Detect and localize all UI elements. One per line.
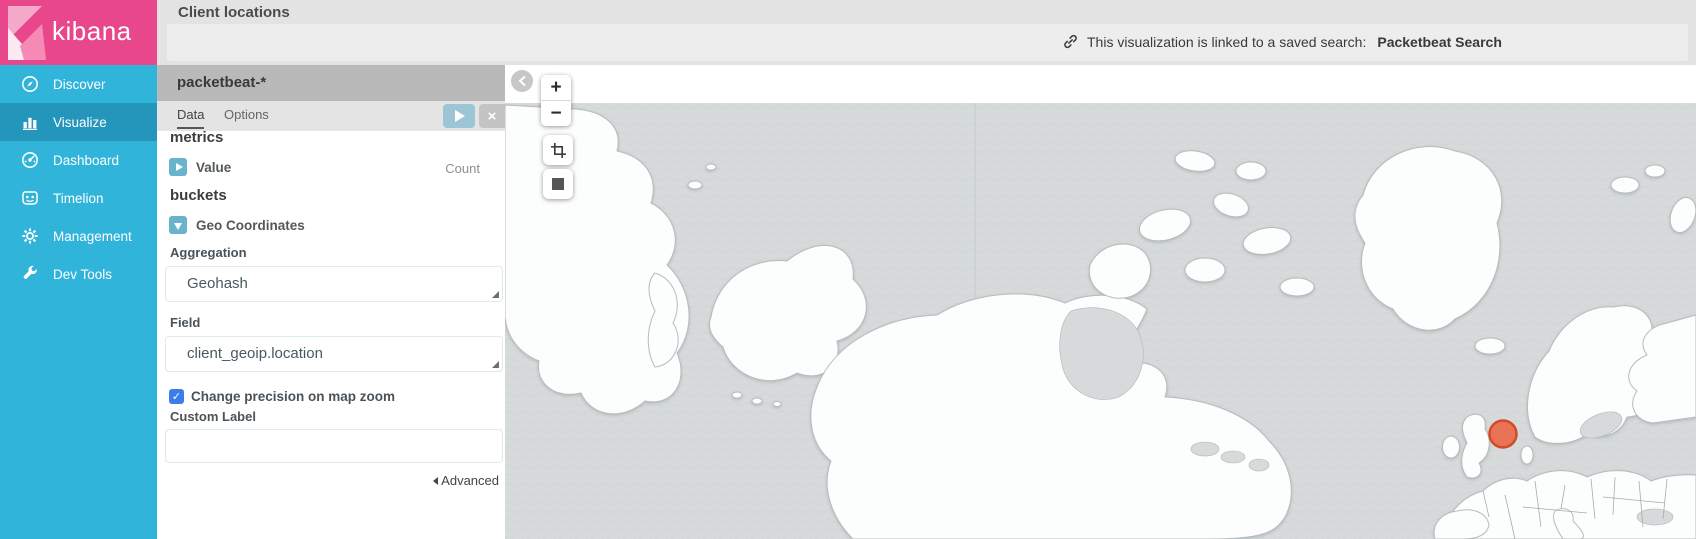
world-map[interactable]	[505, 65, 1696, 539]
advanced-toggle[interactable]: Advanced	[433, 473, 499, 488]
metric-row-value: Value	[169, 158, 231, 176]
collapse-bucket-button[interactable]	[169, 216, 187, 234]
precision-checkbox[interactable]: ✓	[169, 389, 184, 404]
tab-options[interactable]: Options	[224, 107, 269, 127]
sidebar-item-label: Timelion	[53, 191, 104, 206]
tile-map-visualization[interactable]: + −	[505, 65, 1696, 539]
custom-label-label: Custom Label	[170, 409, 256, 424]
buckets-heading: buckets	[170, 187, 227, 204]
discard-changes-button[interactable]: ×	[479, 104, 505, 128]
map-zoom-control: + −	[541, 75, 571, 126]
dashboard-icon	[21, 151, 39, 169]
kibana-logo-icon	[6, 4, 50, 62]
sidebar-item-label: Discover	[53, 77, 106, 92]
chevron-right-icon	[176, 163, 183, 171]
linked-search-name[interactable]: Packetbeat Search	[1377, 34, 1502, 50]
sidebar-item-dashboard[interactable]: Dashboard	[0, 141, 157, 179]
apply-changes-button[interactable]	[443, 104, 475, 128]
sidebar-item-label: Visualize	[53, 115, 107, 130]
advanced-label: Advanced	[441, 473, 499, 488]
sidebar-nav: Discover Visualize Dashboard Timelion Ma…	[0, 65, 157, 293]
wrench-icon	[21, 265, 39, 283]
field-value: client_geoip.location	[187, 345, 323, 362]
field-select[interactable]: client_geoip.location	[165, 336, 503, 372]
tab-data[interactable]: Data	[177, 107, 204, 129]
check-icon: ✓	[172, 390, 181, 403]
fit-data-bounds-button[interactable]	[543, 169, 573, 199]
aggregation-label: Aggregation	[170, 245, 247, 260]
draw-rectangle-button[interactable]	[543, 135, 573, 165]
play-icon	[455, 110, 465, 122]
aggregation-value: Geohash	[187, 275, 248, 292]
config-tabbar: Data Options ×	[157, 101, 505, 131]
page-title: Client locations	[178, 4, 290, 21]
aggregation-select[interactable]: Geohash	[165, 266, 503, 302]
gear-icon	[21, 227, 39, 245]
metric-label[interactable]: Value	[196, 160, 231, 175]
bucket-row-geo: Geo Coordinates	[169, 216, 305, 234]
sidebar-item-visualize[interactable]: Visualize	[0, 103, 157, 141]
sidebar-item-label: Dev Tools	[53, 267, 112, 282]
close-icon: ×	[488, 108, 497, 125]
linked-notice-text: This visualization is linked to a saved …	[1087, 34, 1366, 50]
bucket-label[interactable]: Geo Coordinates	[196, 218, 305, 233]
square-icon	[552, 178, 564, 190]
sidebar-item-dev-tools[interactable]: Dev Tools	[0, 255, 157, 293]
select-handle-icon	[492, 361, 499, 368]
sidebar-item-label: Management	[53, 229, 132, 244]
kibana-logo[interactable]: kibana	[0, 0, 157, 65]
crop-icon	[551, 143, 566, 158]
zoom-out-button[interactable]: −	[541, 100, 571, 126]
custom-label-input[interactable]	[165, 429, 503, 463]
visualization-config-panel: packetbeat-* Data Options × metrics Valu…	[157, 65, 505, 539]
sidebar-item-label: Dashboard	[53, 153, 119, 168]
sidebar: kibana Discover Visualize Dashboard Time…	[0, 0, 157, 539]
chevron-left-icon	[433, 477, 438, 485]
expand-metric-button[interactable]	[169, 158, 187, 176]
top-header: Client locations This visualization is l…	[157, 0, 1696, 65]
link-icon	[1062, 33, 1079, 50]
index-pattern-header: packetbeat-*	[157, 65, 505, 101]
select-handle-icon	[492, 291, 499, 298]
chevron-left-icon	[518, 76, 526, 86]
field-label: Field	[170, 315, 200, 330]
kibana-app: kibana Discover Visualize Dashboard Time…	[0, 0, 1696, 539]
precision-checkbox-label[interactable]: Change precision on map zoom	[191, 389, 395, 404]
timelion-icon	[21, 189, 39, 207]
geohash-marker[interactable]	[1490, 421, 1517, 448]
metrics-heading: metrics	[170, 129, 223, 146]
sidebar-item-management[interactable]: Management	[0, 217, 157, 255]
precision-checkbox-row: ✓ Change precision on map zoom	[169, 389, 395, 404]
zoom-in-button[interactable]: +	[541, 75, 571, 100]
bar-chart-icon	[21, 113, 39, 131]
sidebar-item-timelion[interactable]: Timelion	[0, 179, 157, 217]
chevron-down-icon	[174, 223, 182, 230]
kibana-logo-text: kibana	[52, 16, 132, 47]
sidebar-item-discover[interactable]: Discover	[0, 65, 157, 103]
linked-saved-search-notice: This visualization is linked to a saved …	[1062, 33, 1502, 50]
metric-agg-type: Count	[445, 161, 480, 176]
collapse-panel-button[interactable]	[511, 70, 533, 92]
compass-icon	[21, 75, 39, 93]
